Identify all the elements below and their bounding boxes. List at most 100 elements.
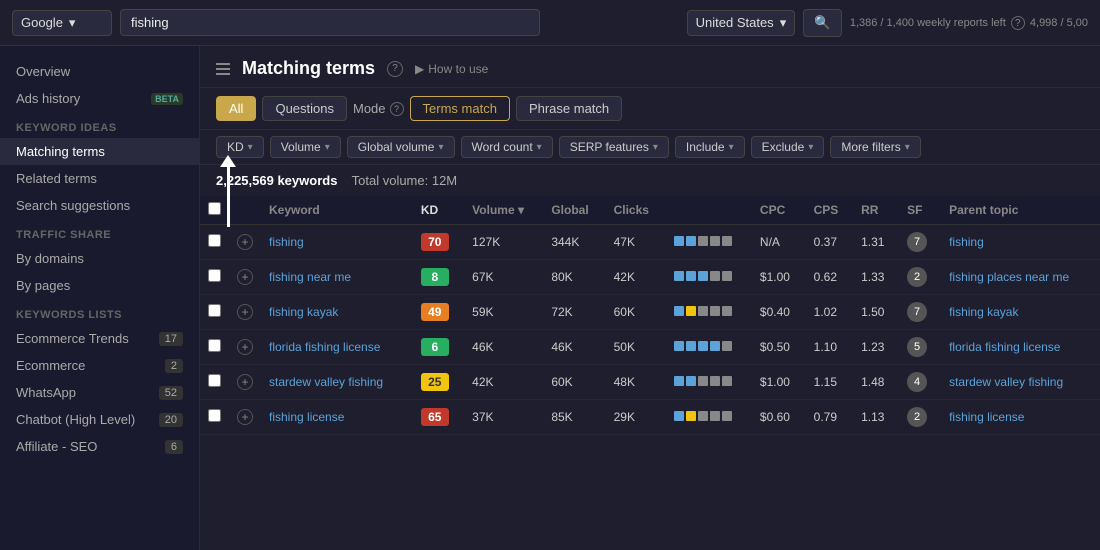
th-volume[interactable]: Volume ▾ xyxy=(464,196,543,225)
row-checkbox-3[interactable] xyxy=(208,339,221,352)
parent-topic-link-2[interactable]: fishing kayak xyxy=(949,305,1018,319)
row-parent-topic-2[interactable]: fishing kayak xyxy=(941,295,1100,330)
row-keyword-1[interactable]: fishing near me xyxy=(261,260,413,295)
row-cpc-0: N/A xyxy=(752,225,806,260)
th-rr[interactable]: RR xyxy=(853,196,899,225)
sidebar-item-by-pages[interactable]: By pages xyxy=(0,272,199,299)
th-trend xyxy=(666,196,752,225)
tab-terms-match[interactable]: Terms match xyxy=(410,96,510,121)
badge-ecommerce: 2 xyxy=(165,359,183,373)
search-button[interactable]: 🔍 xyxy=(803,9,842,37)
row-checkbox-2[interactable] xyxy=(208,304,221,317)
row-volume-0: 127K xyxy=(464,225,543,260)
filter-volume[interactable]: Volume ▾ xyxy=(270,136,341,158)
row-keyword-2[interactable]: fishing kayak xyxy=(261,295,413,330)
filter-exclude[interactable]: Exclude ▾ xyxy=(751,136,825,158)
filter-more[interactable]: More filters ▾ xyxy=(830,136,920,158)
row-cpc-1: $1.00 xyxy=(752,260,806,295)
th-kd[interactable]: KD xyxy=(413,196,464,225)
row-cpc-2: $0.40 xyxy=(752,295,806,330)
add-keyword-btn-5[interactable]: + xyxy=(237,409,253,425)
row-sf-0: 7 xyxy=(899,225,941,260)
row-cps-3: 1.10 xyxy=(806,330,853,365)
engine-select[interactable]: Google ▾ xyxy=(12,10,112,36)
row-parent-topic-4[interactable]: stardew valley fishing xyxy=(941,365,1100,400)
row-checkbox-4[interactable] xyxy=(208,374,221,387)
row-parent-topic-1[interactable]: fishing places near me xyxy=(941,260,1100,295)
parent-topic-link-1[interactable]: fishing places near me xyxy=(949,270,1069,284)
filter-word-count[interactable]: Word count ▾ xyxy=(461,136,553,158)
add-keyword-btn-0[interactable]: + xyxy=(237,234,253,250)
row-keyword-3[interactable]: florida fishing license xyxy=(261,330,413,365)
add-keyword-btn-2[interactable]: + xyxy=(237,304,253,320)
tab-questions[interactable]: Questions xyxy=(262,96,347,121)
keyword-link-4[interactable]: stardew valley fishing xyxy=(269,375,383,389)
row-checkbox-0[interactable] xyxy=(208,234,221,247)
row-checkbox-1[interactable] xyxy=(208,269,221,282)
sidebar-item-search-suggestions[interactable]: Search suggestions xyxy=(0,192,199,219)
parent-topic-link-3[interactable]: florida fishing license xyxy=(949,340,1060,354)
tab-all[interactable]: All xyxy=(216,96,256,121)
row-checkbox-cell xyxy=(200,400,229,435)
sidebar-item-ecommerce-trends[interactable]: Ecommerce Trends 17 xyxy=(0,325,199,352)
row-keyword-0[interactable]: fishing xyxy=(261,225,413,260)
row-parent-topic-3[interactable]: florida fishing license xyxy=(941,330,1100,365)
keyword-link-3[interactable]: florida fishing license xyxy=(269,340,380,354)
sidebar-item-by-domains[interactable]: By domains xyxy=(0,245,199,272)
row-clicks-3: 50K xyxy=(606,330,666,365)
keyword-link-1[interactable]: fishing near me xyxy=(269,270,351,284)
how-to-use-link[interactable]: ▶ How to use xyxy=(415,62,488,76)
parent-topic-link-4[interactable]: stardew valley fishing xyxy=(949,375,1063,389)
th-cps[interactable]: CPS xyxy=(806,196,853,225)
keyword-link-2[interactable]: fishing kayak xyxy=(269,305,338,319)
row-global-1: 80K xyxy=(543,260,605,295)
add-keyword-btn-4[interactable]: + xyxy=(237,374,253,390)
filter-global-volume[interactable]: Global volume ▾ xyxy=(347,136,455,158)
hamburger-icon[interactable] xyxy=(216,63,230,75)
sidebar-item-related-terms[interactable]: Related terms xyxy=(0,165,199,192)
row-add-cell: + xyxy=(229,225,261,260)
row-keyword-5[interactable]: fishing license xyxy=(261,400,413,435)
th-cpc[interactable]: CPC xyxy=(752,196,806,225)
filter-kd[interactable]: KD ▾ xyxy=(216,136,264,158)
parent-topic-link-0[interactable]: fishing xyxy=(949,235,984,249)
row-cps-5: 0.79 xyxy=(806,400,853,435)
sidebar-item-ads-history[interactable]: Ads history BETA xyxy=(0,85,199,112)
row-clicks-5: 29K xyxy=(606,400,666,435)
row-parent-topic-5[interactable]: fishing license xyxy=(941,400,1100,435)
row-bar-1 xyxy=(666,260,752,295)
keyword-link-0[interactable]: fishing xyxy=(269,235,304,249)
sidebar-item-chatbot[interactable]: Chatbot (High Level) 20 xyxy=(0,406,199,433)
row-add-cell: + xyxy=(229,260,261,295)
add-keyword-btn-1[interactable]: + xyxy=(237,269,253,285)
row-rr-3: 1.23 xyxy=(853,330,899,365)
th-clicks[interactable]: Clicks xyxy=(606,196,666,225)
th-keyword[interactable]: Keyword xyxy=(261,196,413,225)
filter-tabs: All Questions Mode ? Terms match Phrase … xyxy=(200,88,1100,130)
sidebar-item-ecommerce[interactable]: Ecommerce 2 xyxy=(0,352,199,379)
row-parent-topic-0[interactable]: fishing xyxy=(941,225,1100,260)
row-checkbox-5[interactable] xyxy=(208,409,221,422)
sidebar-label-chatbot: Chatbot (High Level) xyxy=(16,412,135,427)
row-keyword-4[interactable]: stardew valley fishing xyxy=(261,365,413,400)
sidebar-item-matching-terms[interactable]: Matching terms xyxy=(0,138,199,165)
th-global[interactable]: Global xyxy=(543,196,605,225)
th-parent-topic[interactable]: Parent topic xyxy=(941,196,1100,225)
select-all-checkbox[interactable] xyxy=(208,202,221,215)
filter-include[interactable]: Include ▾ xyxy=(675,136,745,158)
th-sf[interactable]: SF xyxy=(899,196,941,225)
kd-badge-4: 25 xyxy=(421,373,449,391)
add-keyword-btn-3[interactable]: + xyxy=(237,339,253,355)
keyword-link-5[interactable]: fishing license xyxy=(269,410,344,424)
sidebar-item-overview[interactable]: Overview xyxy=(0,58,199,85)
search-input[interactable] xyxy=(120,9,540,36)
row-cps-2: 1.02 xyxy=(806,295,853,330)
filter-serp-features[interactable]: SERP features ▾ xyxy=(559,136,669,158)
sidebar-item-whatsapp[interactable]: WhatsApp 52 xyxy=(0,379,199,406)
parent-topic-link-5[interactable]: fishing license xyxy=(949,410,1024,424)
tab-phrase-match[interactable]: Phrase match xyxy=(516,96,622,121)
row-checkbox-cell xyxy=(200,295,229,330)
sidebar: Overview Ads history BETA Keyword ideas … xyxy=(0,46,200,550)
sidebar-item-affiliate-seo[interactable]: Affiliate - SEO 6 xyxy=(0,433,199,460)
country-select[interactable]: United States ▾ xyxy=(687,10,796,36)
